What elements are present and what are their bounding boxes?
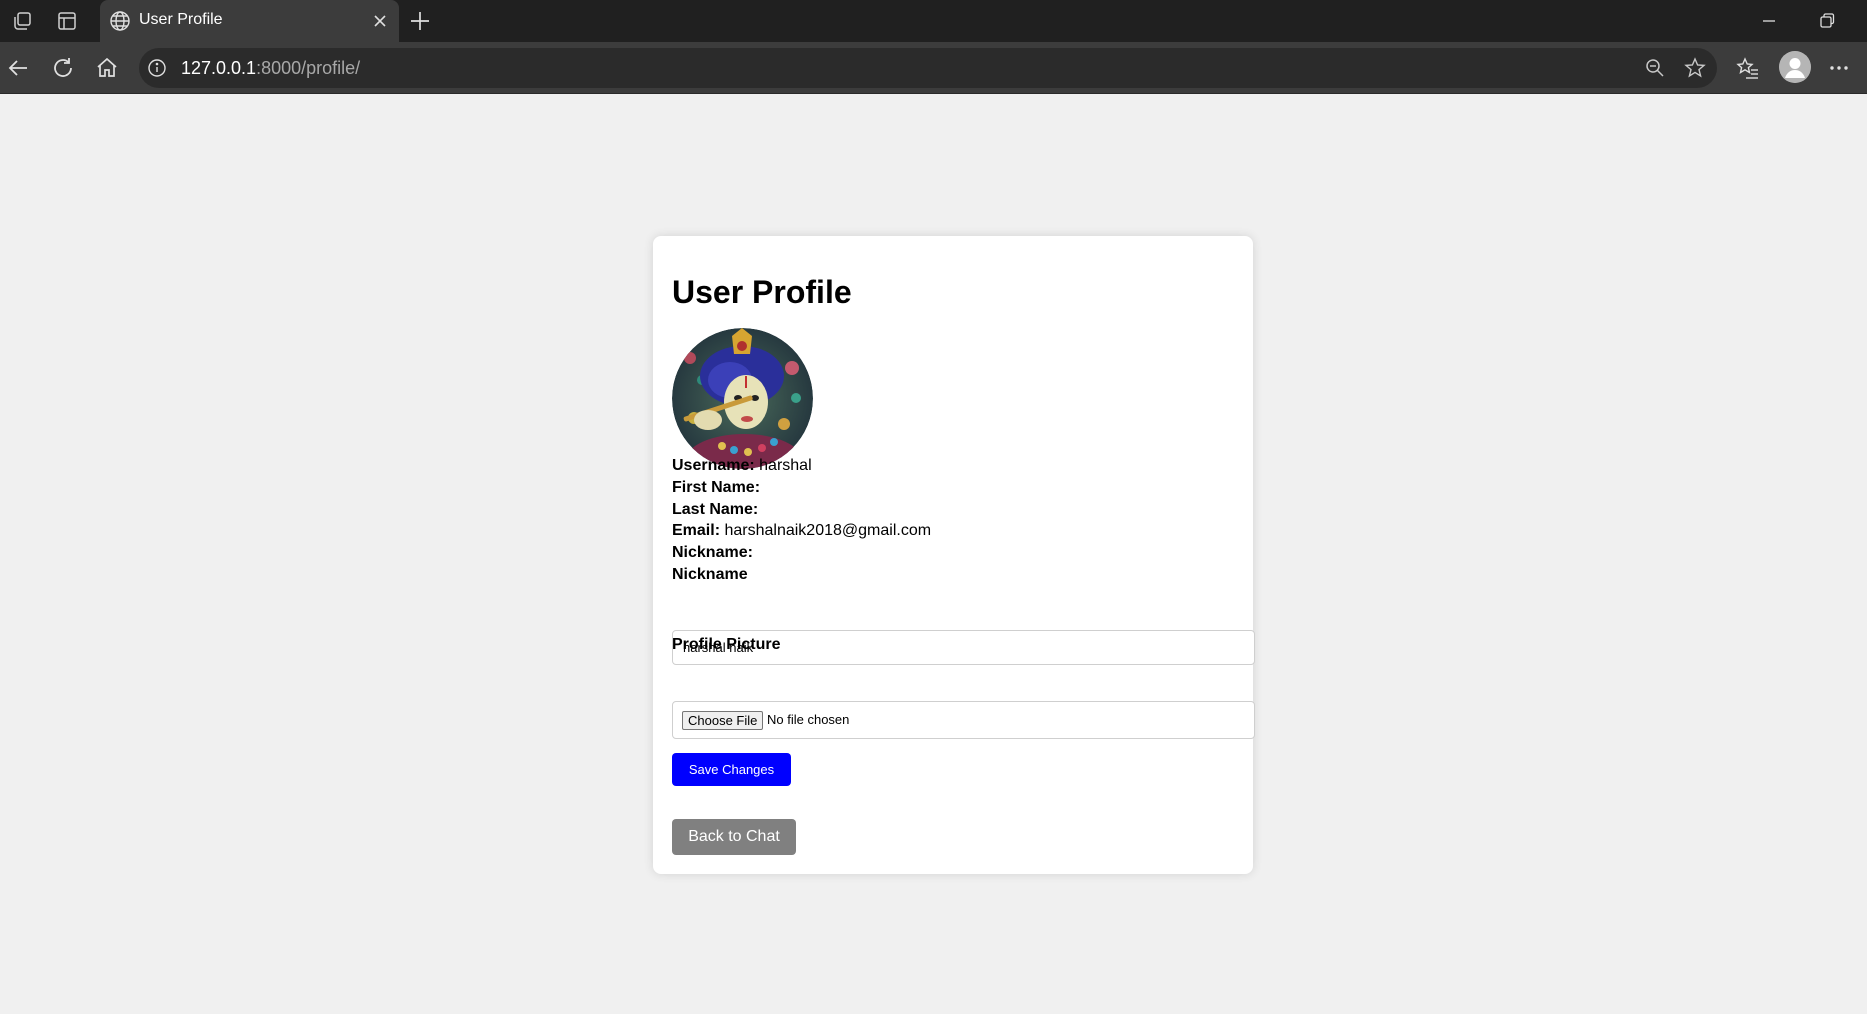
page-title: User Profile [672,274,852,310]
info-first-name: First Name: [672,479,760,497]
profile-avatar-icon[interactable] [1779,51,1811,83]
nickname-label: Nickname [672,566,748,583]
new-tab-icon[interactable] [407,8,433,34]
file-status-text: No file chosen [767,712,850,727]
info-email: Email: harshalnaik2018@gmail.com [672,522,931,540]
favorites-list-icon[interactable] [1734,54,1762,82]
favorite-star-icon[interactable] [1683,56,1707,80]
more-options-icon[interactable] [1825,54,1853,82]
info-label: Nickname: [672,544,753,561]
tab-title: User Profile [139,11,223,28]
minimize-icon[interactable] [1757,9,1781,33]
tab-user-profile[interactable]: User Profile [100,0,399,42]
url-path: :8000/profile/ [256,58,361,78]
profile-picture-file-input[interactable]: Choose File No file chosen [672,701,1255,739]
profile-card: User Profile Username: harshal First Nam… [653,236,1255,874]
browser-tab-strip: User Profile [0,0,1867,42]
home-icon[interactable] [93,54,121,82]
restore-icon[interactable] [1815,9,1839,33]
info-label: Username: [672,457,755,474]
info-label: Last Name: [672,501,759,518]
info-nickname: Nickname: [672,544,753,562]
back-arrow-icon[interactable] [4,54,32,82]
address-bar[interactable]: 127.0.0.1:8000/profile/ [139,48,1717,88]
profile-picture [672,328,813,469]
back-to-chat-button[interactable]: Back to Chat [672,819,796,855]
site-info-icon[interactable] [147,58,167,78]
globe-icon [108,9,132,33]
tab-actions-icon[interactable] [55,9,79,33]
browser-toolbar: 127.0.0.1:8000/profile/ [0,42,1867,94]
info-value: harshalnaik2018@gmail.com [724,522,932,539]
info-last-name: Last Name: [672,501,758,519]
profile-picture-label: Profile Picture [672,636,781,653]
info-username: Username: harshal [672,457,812,475]
url-host: 127.0.0.1 [181,58,257,78]
refresh-icon[interactable] [49,54,77,82]
choose-file-button[interactable]: Choose File [682,711,764,730]
zoom-out-icon[interactable] [1644,57,1666,79]
close-tab-icon[interactable] [370,11,390,31]
info-label: Email: [672,522,721,539]
save-changes-button[interactable]: Save Changes [672,753,791,786]
info-label: First Name: [672,479,761,496]
info-value: harshal [759,457,812,474]
workspaces-icon[interactable] [10,9,34,33]
url-text[interactable]: 127.0.0.1:8000/profile/ [181,58,360,79]
